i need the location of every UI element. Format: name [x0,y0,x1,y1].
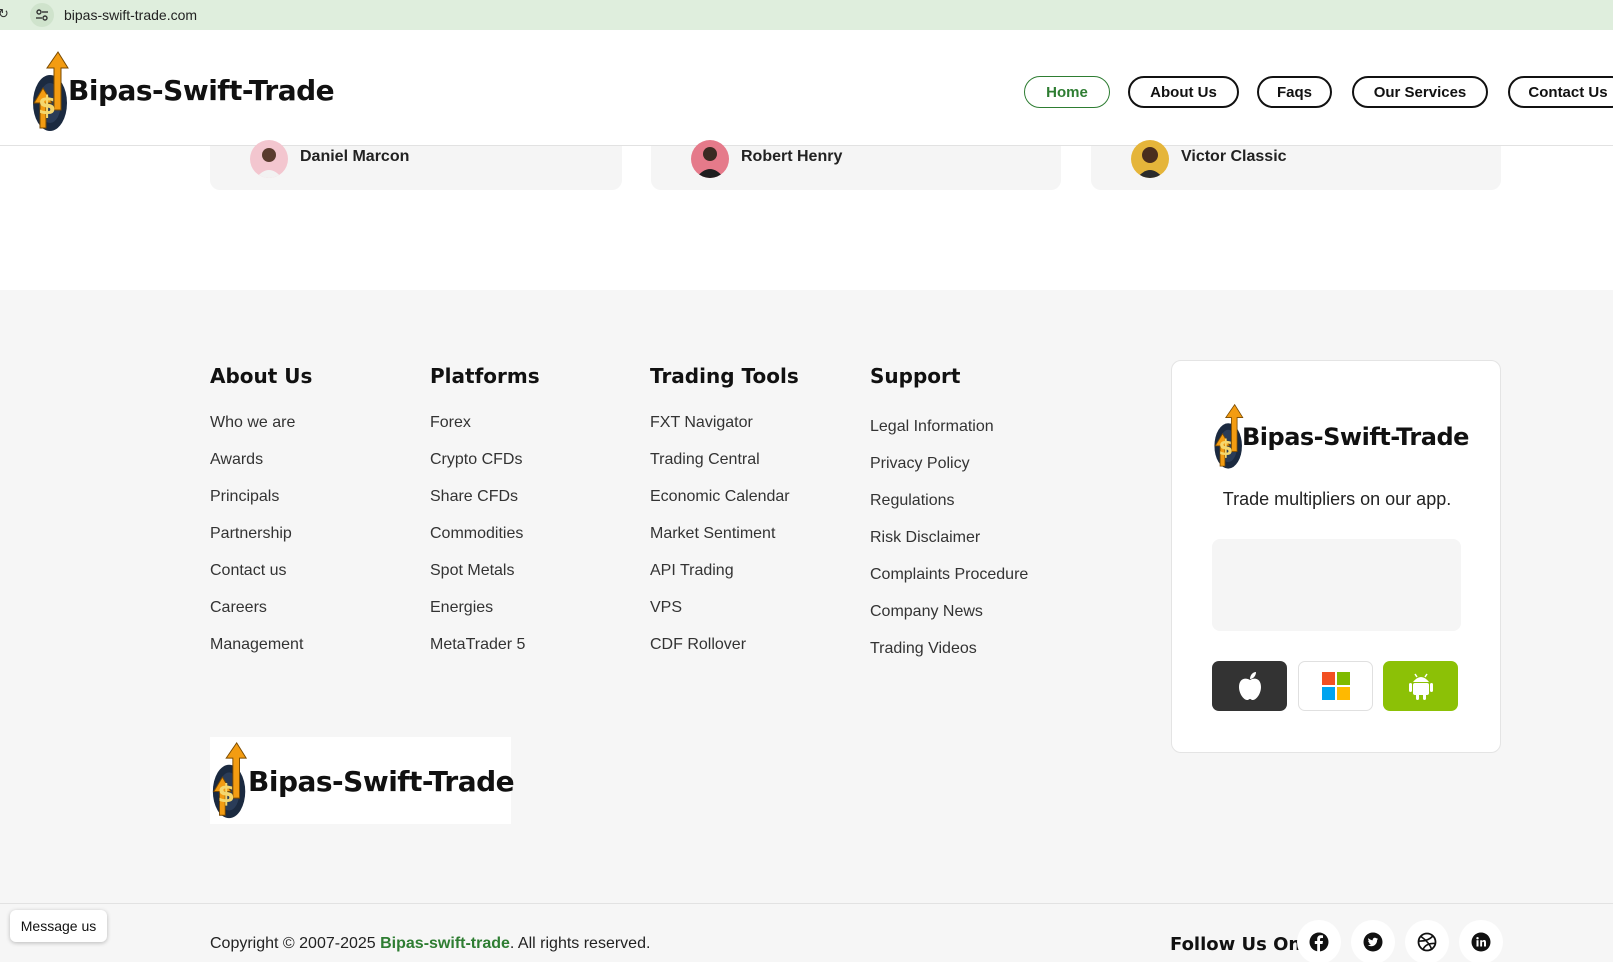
footer-link[interactable]: Trading Videos [870,630,1028,667]
app-card-logo-text: Bipas-Swift-Trade [1242,423,1469,451]
app-qr-placeholder [1212,539,1461,631]
twitter-icon [1363,932,1383,952]
footer-link[interactable]: CDF Rollover [650,626,799,663]
footer-logo-text: Bipas-Swift-Trade [248,765,515,798]
footer-link[interactable]: Complaints Procedure [870,556,1028,593]
footer-link[interactable]: Trading Central [650,441,799,478]
footer-column-platforms: Platforms Forex Crypto CFDs Share CFDs C… [430,364,540,663]
footer-link[interactable]: Market Sentiment [650,515,799,552]
linkedin-icon [1471,932,1491,952]
site-footer: About Us Who we are Awards Principals Pa… [0,290,1613,964]
android-icon [1408,673,1433,700]
copyright-text: Copyright © 2007-2025 Bipas-swift-trade.… [210,935,650,953]
footer-link[interactable]: Energies [430,589,540,626]
apple-store-button[interactable] [1212,661,1287,711]
footer-link[interactable]: Commodities [430,515,540,552]
footer-link[interactable]: Share CFDs [430,478,540,515]
browser-address-bar: ↻ bipas-swift-trade.com [0,0,1613,30]
footer-link[interactable]: Careers [210,589,312,626]
footer-link[interactable]: Forex [430,404,540,441]
android-store-button[interactable] [1383,661,1458,711]
site-header: $ Bipas-Swift-Trade Home About Us Faqs O… [0,38,1613,146]
testimonial-card: Robert Henry [651,140,1061,190]
app-download-card: $ Bipas-Swift-Trade Trade multipliers on… [1171,360,1501,753]
footer-link[interactable]: Spot Metals [430,552,540,589]
app-tagline: Trade multipliers on our app. [1222,489,1452,509]
svg-text:$: $ [1218,435,1233,460]
windows-icon [1321,672,1350,700]
support-links: Legal Information Privacy Policy Regulat… [870,408,1028,667]
reload-icon[interactable]: ↻ [0,6,9,22]
footer-column-title: Platforms [430,364,540,388]
footer-logo[interactable]: $ Bipas-Swift-Trade [210,737,515,824]
footer-column-title: Trading Tools [650,364,799,388]
footer-link[interactable]: Regulations [870,482,1028,519]
nav-about-us[interactable]: About Us [1128,76,1239,108]
avatar [1131,140,1169,178]
logo-emblem-icon: $ [1214,403,1244,469]
footer-column-about: About Us Who we are Awards Principals Pa… [210,364,312,663]
footer-link[interactable]: API Trading [650,552,799,589]
svg-text:$: $ [218,779,235,808]
site-info-icon[interactable] [30,3,54,27]
message-us-button[interactable]: Message us [10,910,107,942]
facebook-button[interactable] [1297,920,1341,964]
nav-faqs[interactable]: Faqs [1257,76,1332,108]
footer-link[interactable]: MetaTrader 5 [430,626,540,663]
app-card-logo: $ Bipas-Swift-Trade [1212,399,1472,477]
footer-divider [0,903,1613,904]
dribbble-button[interactable] [1405,920,1449,964]
url-text[interactable]: bipas-swift-trade.com [64,7,197,23]
footer-link[interactable]: Partnership [210,515,312,552]
footer-link[interactable]: Awards [210,441,312,478]
footer-link[interactable]: Who we are [210,404,312,441]
nav-our-services[interactable]: Our Services [1352,76,1488,108]
footer-column-title: Support [870,364,961,388]
footer-link[interactable]: Risk Disclaimer [870,519,1028,556]
footer-column-support: Support Legal Information Privacy Policy… [870,364,1028,667]
copyright-brand-link[interactable]: Bipas-swift-trade [380,935,510,952]
footer-column-title: About Us [210,364,313,388]
logo-emblem-icon: $ [212,742,248,819]
dribbble-icon [1417,932,1437,952]
windows-store-button[interactable] [1298,661,1373,711]
linkedin-button[interactable] [1459,920,1503,964]
testimonial-card: Daniel Marcon [210,140,622,190]
footer-link[interactable]: Management [210,626,312,663]
nav-contact-us[interactable]: Contact Us [1508,76,1613,108]
nav-home[interactable]: Home [1024,76,1110,108]
avatar [691,140,729,178]
footer-link[interactable]: Crypto CFDs [430,441,540,478]
footer-link[interactable]: Principals [210,478,312,515]
testimonial-name: Daniel Marcon [300,148,410,165]
footer-link[interactable]: VPS [650,589,799,626]
testimonial-name: Robert Henry [741,148,843,165]
footer-column-trading-tools: Trading Tools FXT Navigator Trading Cent… [650,364,799,663]
follow-us-label: Follow Us On: [1170,934,1309,955]
testimonial-name: Victor Classic [1181,148,1287,165]
footer-link[interactable]: Contact us [210,552,312,589]
footer-link[interactable]: Privacy Policy [870,445,1028,482]
main-nav: Home About Us Faqs Our Services Contact … [0,76,1613,108]
copyright-suffix: . All rights reserved. [509,935,651,952]
apple-icon [1238,672,1261,700]
copyright-prefix: Copyright © 2007-2025 [210,935,381,952]
footer-link[interactable]: Economic Calendar [650,478,799,515]
twitter-button[interactable] [1351,920,1395,964]
footer-link[interactable]: Company News [870,593,1028,630]
footer-link[interactable]: Legal Information [870,408,1028,445]
facebook-icon [1309,932,1329,952]
testimonial-card: Victor Classic [1091,140,1501,190]
footer-link[interactable]: FXT Navigator [650,404,799,441]
avatar [250,140,288,178]
